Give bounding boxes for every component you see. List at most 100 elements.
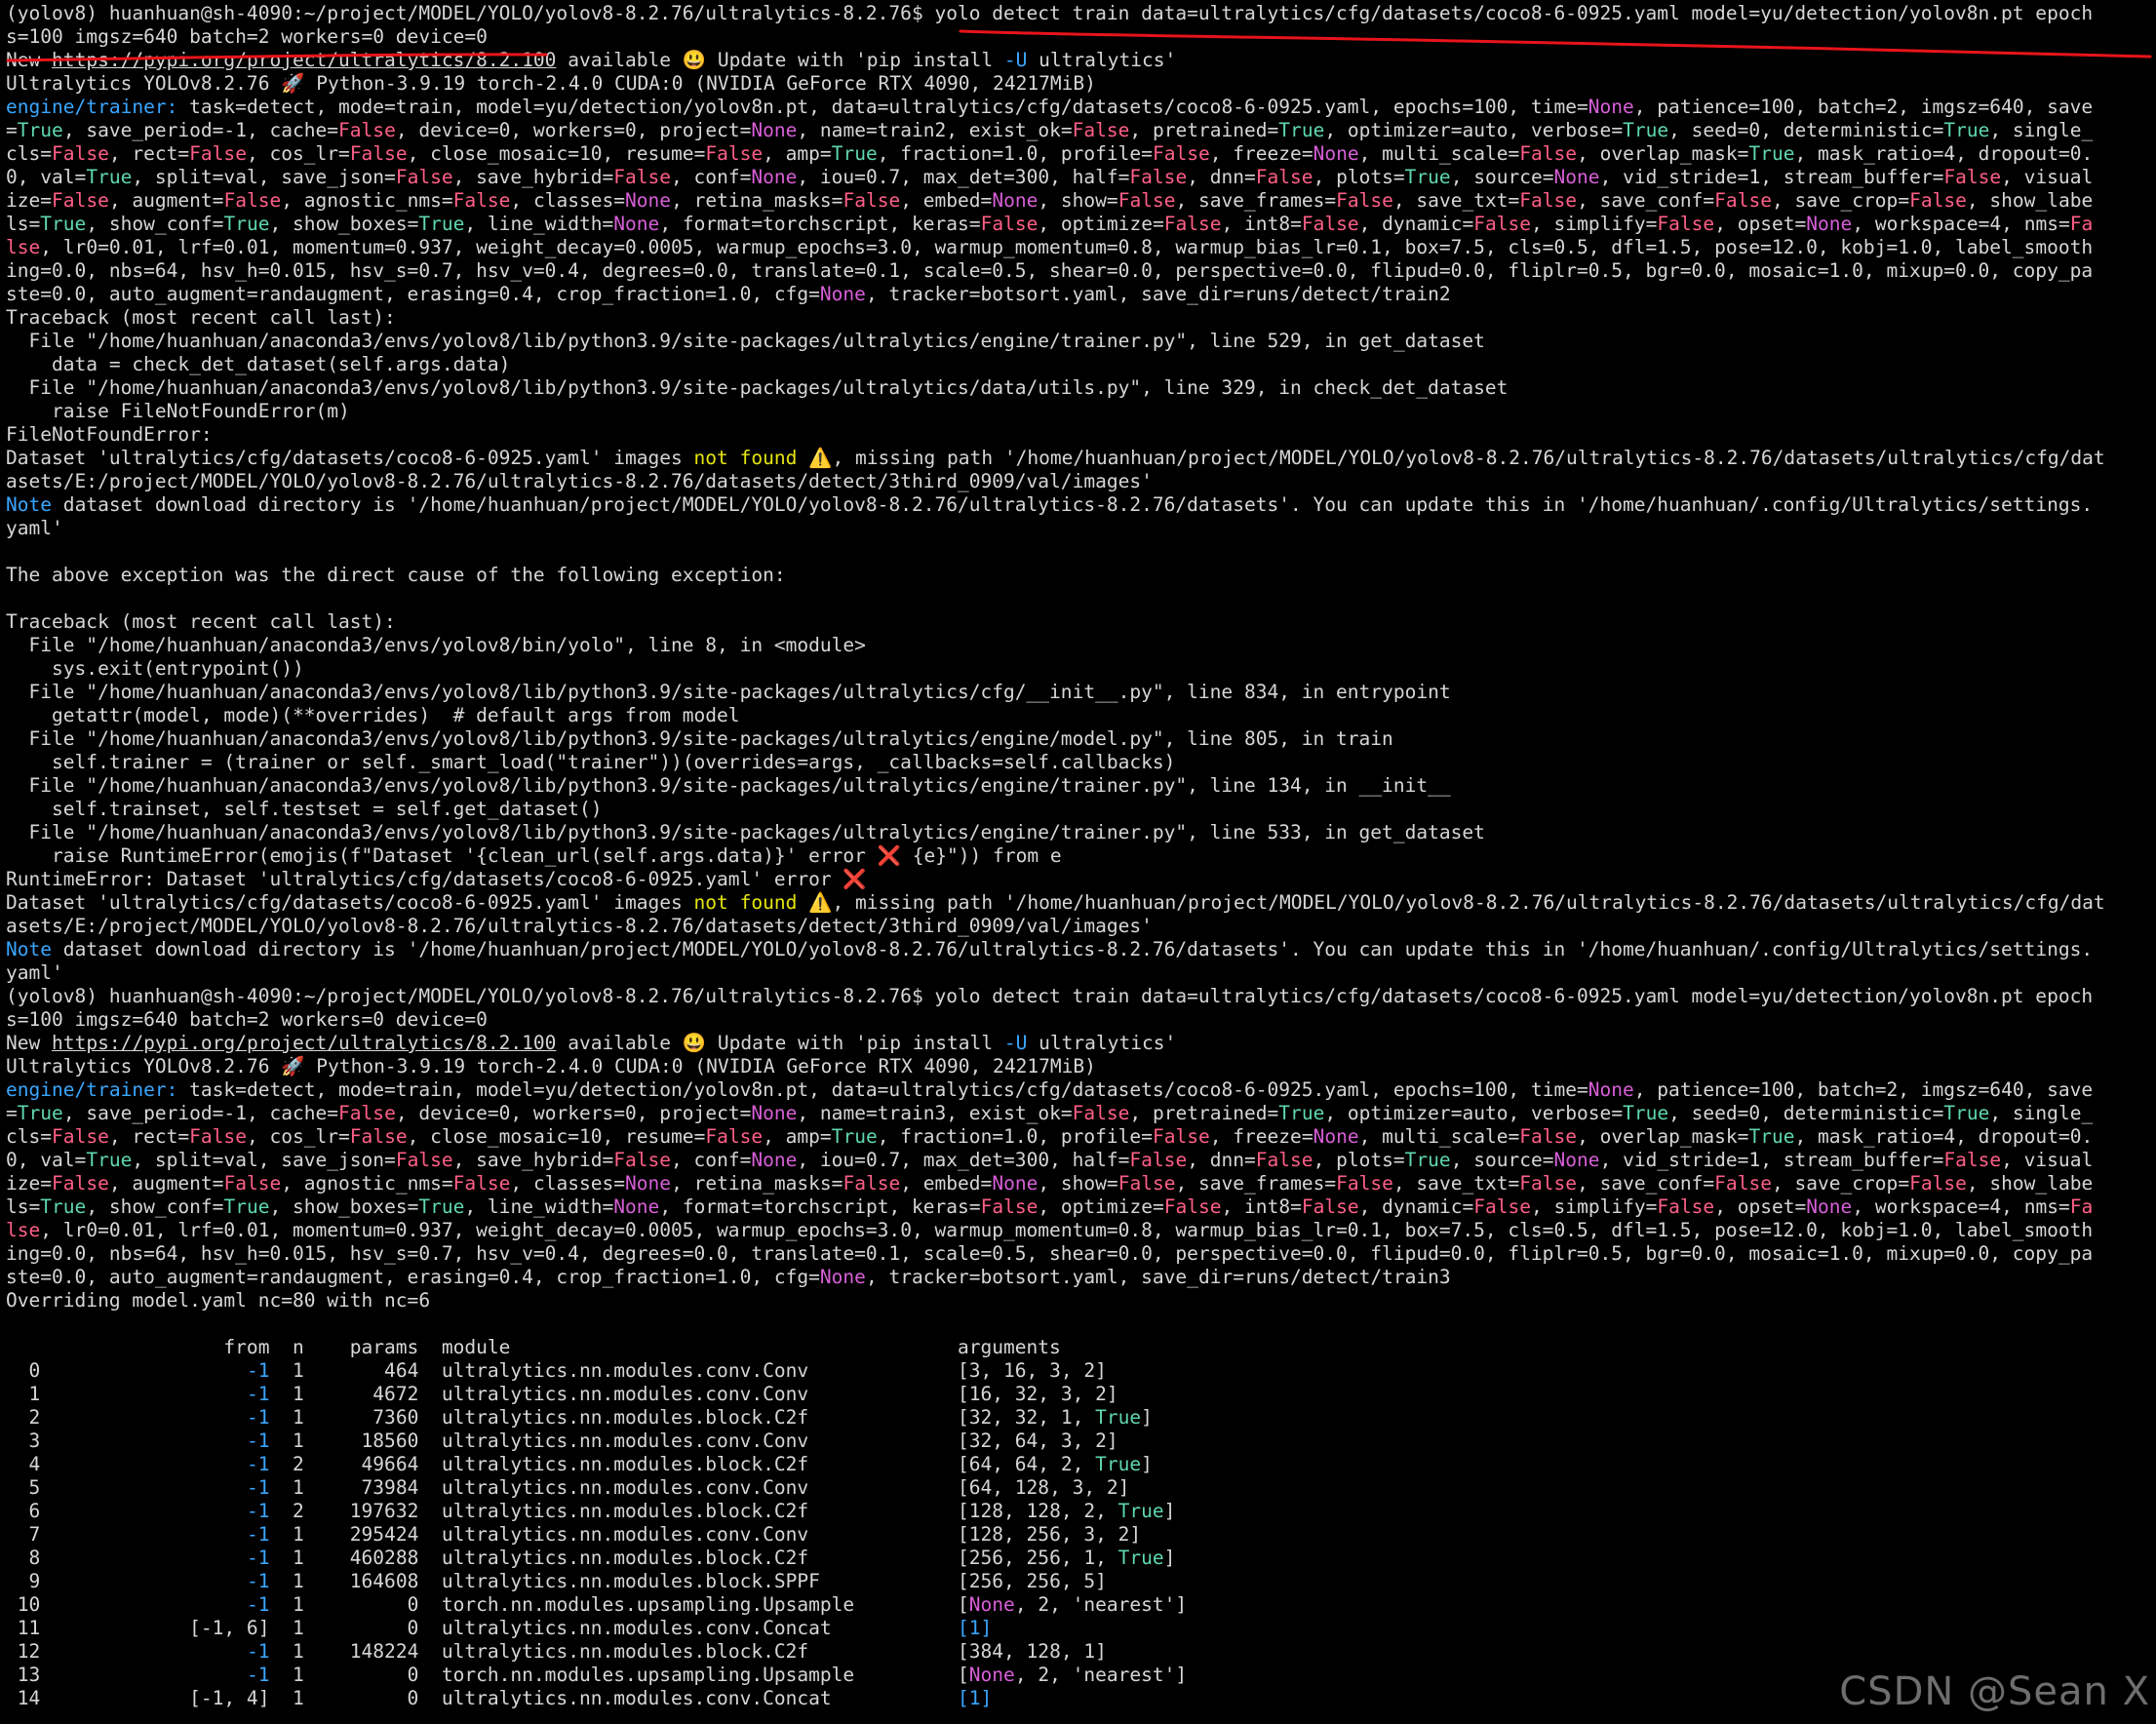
terminal-text: False: [223, 1172, 282, 1195]
terminal-text: cls=: [6, 1125, 53, 1148]
terminal-text: [1]: [957, 1617, 993, 1639]
terminal-text: Dataset 'ultralytics/cfg/datasets/coco8-…: [6, 447, 694, 469]
terminal-text: , iou=0.7, max_det=300, half=: [797, 166, 1130, 188]
terminal-output[interactable]: (yolov8) huanhuan@sh-4090:~/project/MODE…: [6, 2, 2146, 1718]
pypi-link[interactable]: https://pypi.org/project/ultralytics/8.2…: [52, 1032, 556, 1054]
terminal-text: , optimizer=auto, verbose=: [1324, 1102, 1624, 1124]
terminal-text: 0, val=: [6, 1149, 87, 1171]
terminal-line: Note dataset download directory is '/hom…: [6, 938, 2146, 961]
terminal-text: True: [1623, 119, 1669, 141]
terminal-text: available 😃 Update with 'pip install: [556, 49, 1004, 71]
terminal-text: None: [1553, 1149, 1600, 1171]
terminal-text: , save_hybrid=: [452, 1149, 614, 1171]
terminal-text: None: [613, 213, 660, 235]
terminal-line: 0, val=True, split=val, save_json=False,…: [6, 166, 2146, 189]
terminal-text: yaml': [6, 961, 63, 984]
terminal-text: , format=torchscript, keras=: [659, 213, 981, 235]
terminal-text: Traceback (most recent call last):: [6, 610, 396, 633]
terminal-line: File "/home/huanhuan/anaconda3/envs/yolo…: [6, 821, 2146, 844]
terminal-line: Overriding model.yaml nc=80 with nc=6: [6, 1289, 2146, 1313]
terminal-text: , overlap_mask=: [1577, 142, 1749, 165]
terminal-text: False: [1909, 1172, 1967, 1195]
terminal-line: Note dataset download directory is '/hom…: [6, 493, 2146, 517]
terminal-text: , 2, 'nearest']: [1014, 1664, 1188, 1686]
terminal-text: , embed=: [900, 1172, 993, 1195]
terminal-line: The above exception was the direct cause…: [6, 564, 2146, 587]
terminal-text: -1: [246, 1640, 270, 1663]
terminal-text: from n params module arguments: [6, 1336, 1061, 1358]
terminal-text: Fa: [2069, 1195, 2094, 1218]
pypi-link[interactable]: https://pypi.org/project/ultralytics/8.2…: [52, 49, 556, 71]
terminal-text: , optimizer=auto, verbose=: [1324, 119, 1624, 141]
terminal-line: Dataset 'ultralytics/cfg/datasets/coco8-…: [6, 447, 2146, 470]
terminal-text: False: [189, 142, 247, 165]
terminal-line: 0 -1 1 464 ultralytics.nn.modules.conv.C…: [6, 1359, 2146, 1383]
terminal-text: File "/home/huanhuan/anaconda3/envs/yolo…: [6, 774, 1451, 797]
terminal-line: =True, save_period=-1, cache=False, devi…: [6, 1102, 2146, 1125]
terminal-text: task=detect, mode=train, model=yu/detect…: [177, 96, 1588, 118]
terminal-text: None: [968, 1664, 1015, 1686]
terminal-text: RuntimeError: Dataset 'ultralytics/cfg/d…: [6, 868, 867, 890]
terminal-text: False: [1301, 1195, 1359, 1218]
terminal-text: ]: [1163, 1547, 1176, 1569]
terminal-text: 0, val=: [6, 166, 87, 188]
terminal-line: s=100 imgsz=640 batch=2 workers=0 device…: [6, 1008, 2146, 1032]
terminal-text: False: [338, 1102, 396, 1124]
terminal-text: False: [1519, 1172, 1578, 1195]
terminal-text: , patience=100, batch=2, imgsz=640, save: [1633, 96, 2094, 118]
terminal-text: , cos_lr=: [246, 1125, 350, 1148]
terminal-text: , simplify=: [1531, 213, 1658, 235]
terminal-text: getattr(model, mode)(**overrides) # defa…: [6, 704, 740, 726]
terminal-text: , close_mosaic=10, resume=: [407, 142, 706, 165]
terminal-text: None: [819, 1266, 866, 1288]
terminal-text: FileNotFoundError:: [6, 423, 213, 446]
terminal-text: None: [1806, 213, 1853, 235]
terminal-text: , source=: [1450, 1149, 1554, 1171]
terminal-text: Overriding model.yaml nc=80 with nc=6: [6, 1289, 431, 1312]
terminal-line: 7 -1 1 295424 ultralytics.nn.modules.con…: [6, 1523, 2146, 1547]
terminal-text: File "/home/huanhuan/anaconda3/envs/yolo…: [6, 821, 1485, 843]
terminal-text: -1: [246, 1593, 270, 1616]
terminal-text: False: [1943, 166, 2002, 188]
terminal-text: 4: [6, 1453, 247, 1475]
terminal-text: , seed=0, deterministic=: [1668, 1102, 1944, 1124]
terminal-text: True: [831, 1125, 878, 1148]
terminal-text: , show_conf=: [86, 1195, 224, 1218]
terminal-line: from n params module arguments: [6, 1336, 2146, 1359]
terminal-text: 7: [6, 1523, 247, 1546]
terminal-text: True: [40, 213, 87, 235]
terminal-text: The above exception was the direct cause…: [6, 564, 786, 586]
terminal-line: 2 -1 1 7360 ultralytics.nn.modules.block…: [6, 1406, 2146, 1430]
terminal-text: , retina_masks=: [671, 189, 843, 212]
terminal-text: not found: [693, 891, 798, 914]
terminal-text: False: [1301, 213, 1359, 235]
terminal-text: , save_period=-1, cache=: [62, 119, 339, 141]
terminal-line: File "/home/huanhuan/anaconda3/envs/yolo…: [6, 634, 2146, 657]
terminal-text: -1: [246, 1453, 270, 1475]
terminal-text: -1: [246, 1664, 270, 1686]
terminal-text: data = check_det_dataset(self.args.data): [6, 353, 511, 375]
terminal-text: , multi_scale=: [1358, 1125, 1520, 1148]
terminal-text: ultralytics': [1027, 1032, 1177, 1054]
terminal-text: -1: [246, 1523, 270, 1546]
terminal-text: , show=: [1038, 189, 1118, 212]
terminal-text: ls=: [6, 213, 41, 235]
terminal-text: , vid_stride=1, stream_buffer=: [1599, 1149, 1944, 1171]
terminal-text: True: [418, 213, 465, 235]
terminal-text: , plots=: [1313, 166, 1405, 188]
terminal-text: False: [349, 142, 408, 165]
terminal-text: , device=0, workers=0, project=: [395, 119, 752, 141]
terminal-text: , lr0=0.01, lrf=0.01, momentum=0.937, we…: [40, 1219, 2094, 1241]
terminal-text: , single_: [1989, 119, 2094, 141]
terminal-text: ultralytics': [1027, 49, 1177, 71]
terminal-text: self.trainer = (trainer or self._smart_l…: [6, 751, 1176, 773]
terminal-text: , opset=: [1714, 213, 1807, 235]
terminal-text: ]: [1163, 1500, 1176, 1522]
terminal-text: True: [17, 1102, 63, 1124]
terminal-text: , opset=: [1714, 1195, 1807, 1218]
terminal-text: 1 18560 ultralytics.nn.modules.conv.Conv…: [269, 1430, 1118, 1452]
terminal-text: , workspace=4, nms=: [1852, 213, 2070, 235]
terminal-text: None: [1313, 142, 1359, 165]
